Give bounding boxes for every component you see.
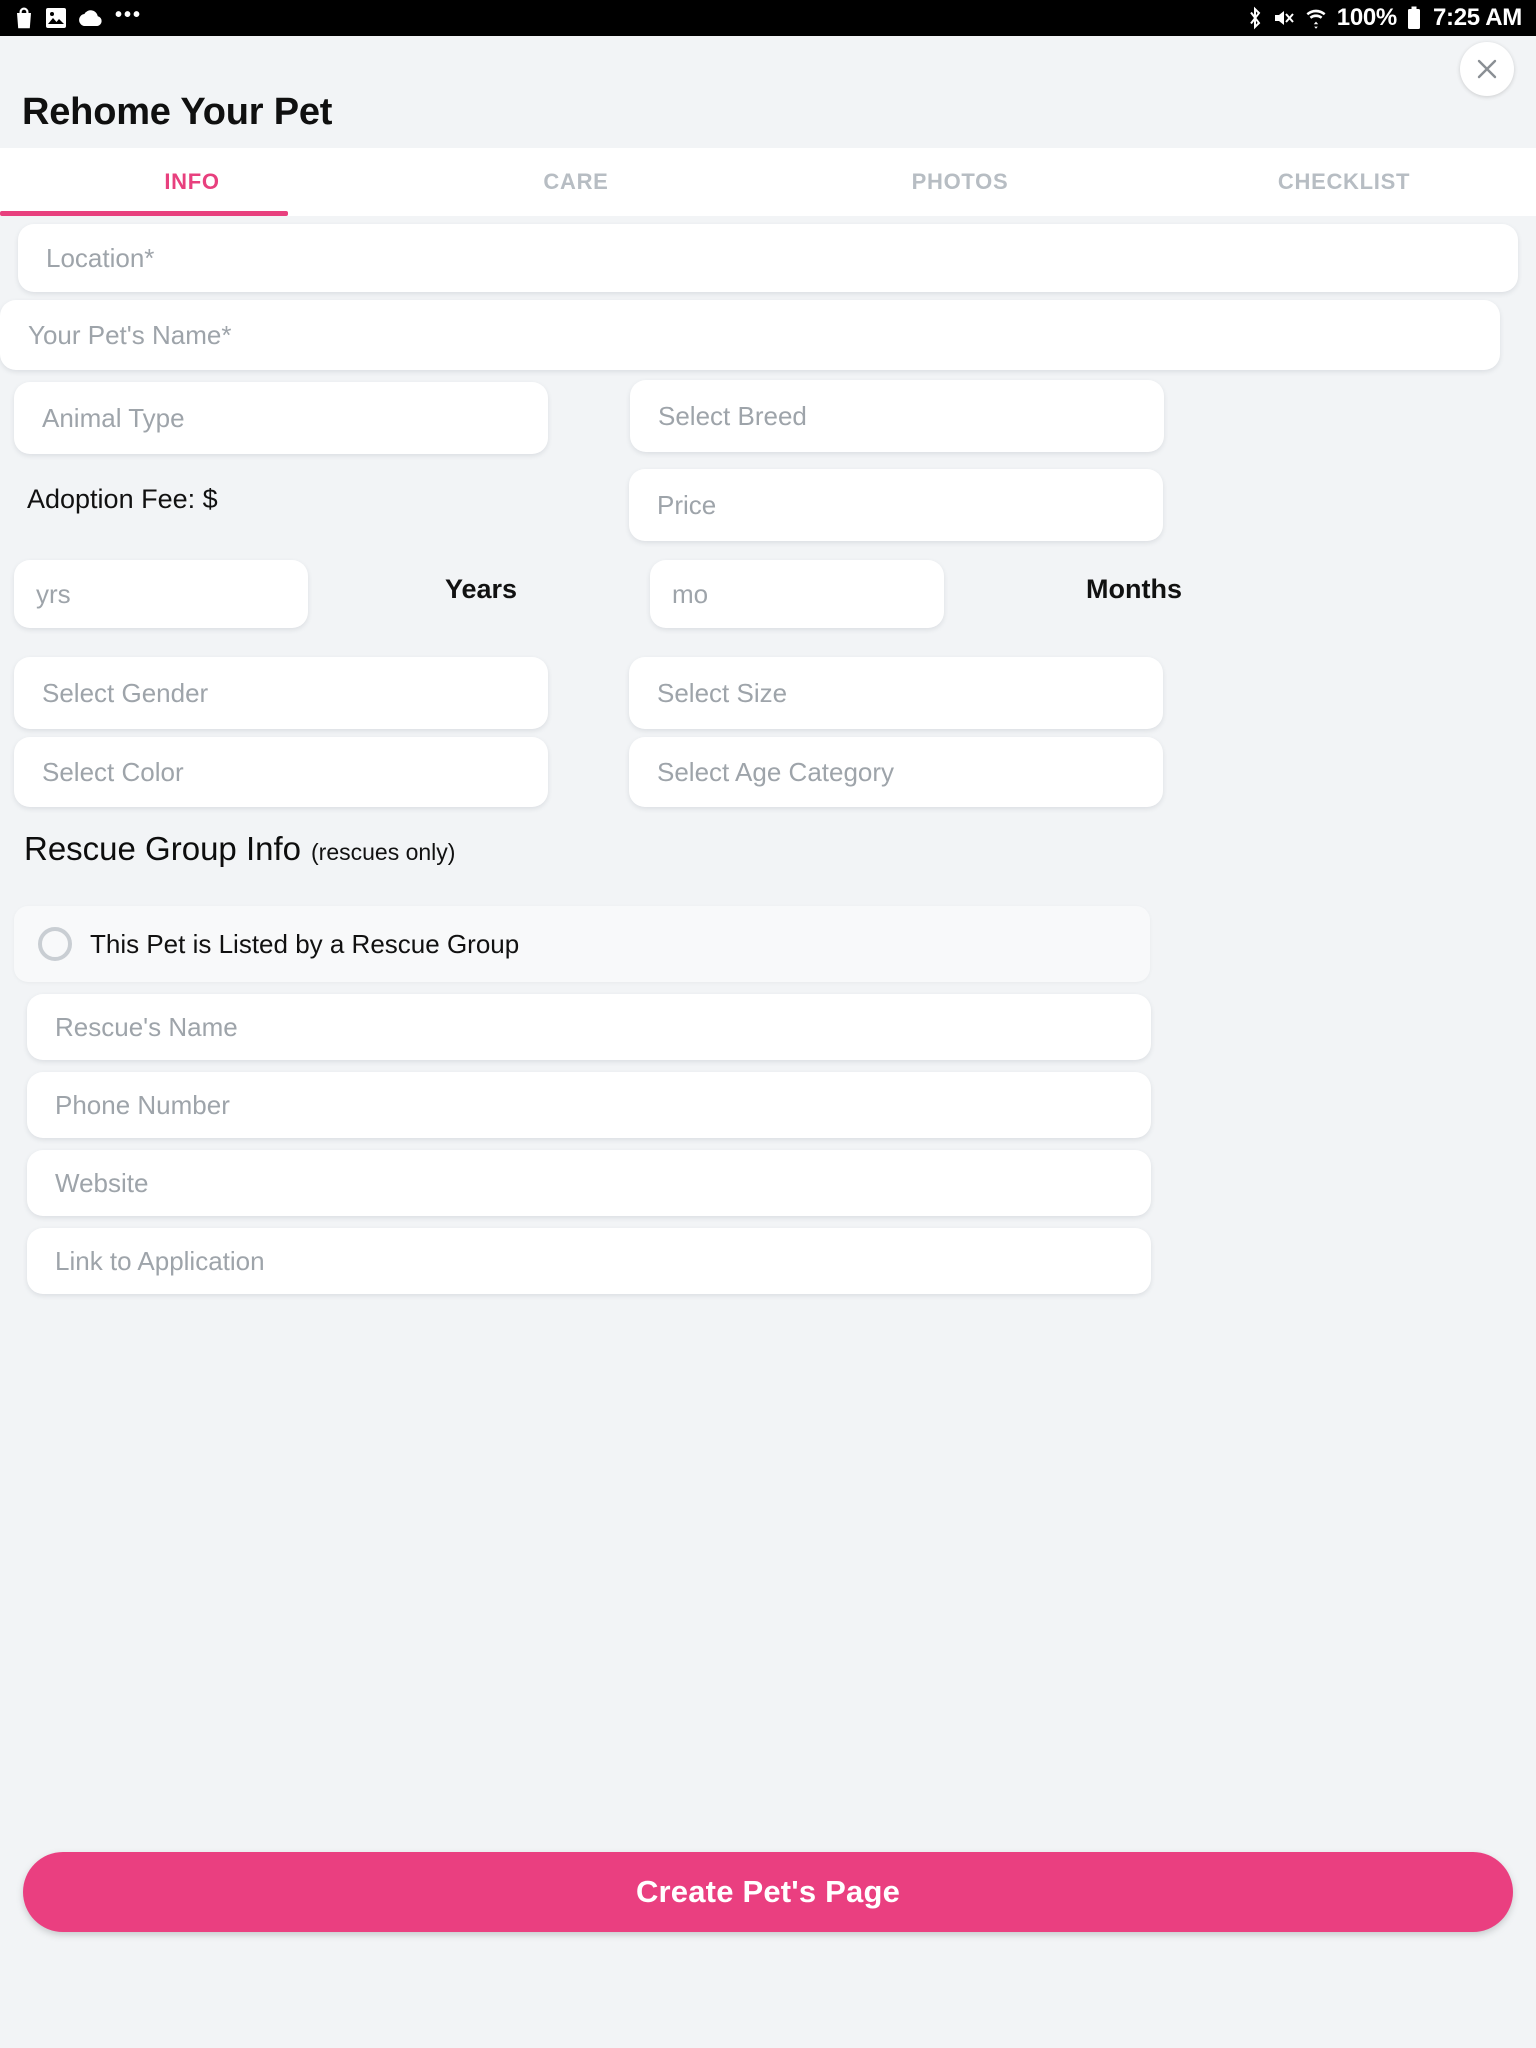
battery-percent-label: 100% [1337,4,1397,32]
age-years-input[interactable]: yrs [14,560,308,628]
rescue-group-toggle-label: This Pet is Listed by a Rescue Group [90,929,519,960]
bottom-action-bar: Create Pet's Page [0,1852,1536,1932]
color-select[interactable]: Select Color [14,737,548,807]
size-select[interactable]: Select Size [629,657,1163,729]
rescue-group-section-header: Rescue Group Info (rescues only) [24,830,455,868]
pet-name-placeholder: Your Pet's Name* [0,320,231,351]
rescue-website-input[interactable]: Website [27,1150,1151,1216]
age-months-input[interactable]: mo [650,560,944,628]
page-title: Rehome Your Pet [22,91,332,134]
color-placeholder: Select Color [14,757,184,788]
rescue-group-subheading: (rescues only) [311,839,455,866]
rescue-phone-input[interactable]: Phone Number [27,1072,1151,1138]
size-placeholder: Select Size [629,678,787,709]
info-form-panel: Location* Your Pet's Name* Animal Type S… [0,216,1536,1954]
rescue-phone-placeholder: Phone Number [27,1090,230,1121]
dialog-header: Rehome Your Pet [0,36,1536,148]
close-button[interactable] [1460,42,1514,96]
animal-type-select[interactable]: Animal Type [14,382,548,454]
clock-label: 7:25 AM [1433,4,1522,32]
rescue-group-heading: Rescue Group Info [24,830,301,868]
image-icon [45,7,67,29]
rescue-application-link-placeholder: Link to Application [27,1246,265,1277]
age-years-placeholder: yrs [14,579,71,610]
bluetooth-icon [1247,6,1263,30]
create-pets-page-button[interactable]: Create Pet's Page [23,1852,1513,1932]
years-label: Years [445,574,517,605]
tab-care[interactable]: CARE [384,148,768,216]
rescue-group-toggle-row[interactable]: This Pet is Listed by a Rescue Group [14,906,1150,982]
shopping-bag-icon [14,6,34,30]
tab-photos[interactable]: PHOTOS [768,148,1152,216]
rescue-name-input[interactable]: Rescue's Name [27,994,1151,1060]
tab-checklist[interactable]: CHECKLIST [1152,148,1536,216]
status-bar-left-icons: ••• [14,6,142,30]
months-label: Months [1086,574,1182,605]
status-bar: ••• 100% 7:25 AM [0,0,1536,36]
breed-placeholder: Select Breed [630,401,807,432]
location-input[interactable]: Location* [18,224,1518,292]
volume-mute-icon [1273,8,1295,28]
battery-full-icon [1407,6,1421,30]
wifi-icon [1305,7,1327,29]
price-input[interactable]: Price [629,469,1163,541]
age-category-placeholder: Select Age Category [629,757,894,788]
gender-placeholder: Select Gender [14,678,208,709]
pet-name-input[interactable]: Your Pet's Name* [0,300,1500,370]
tab-bar: INFO CARE PHOTOS CHECKLIST [0,148,1536,216]
close-icon [1474,56,1500,82]
price-placeholder: Price [629,490,716,521]
age-months-placeholder: mo [650,579,708,610]
status-bar-right-icons: 100% 7:25 AM [1247,4,1522,32]
breed-select[interactable]: Select Breed [630,380,1164,452]
more-dots-icon: ••• [115,10,142,26]
gender-select[interactable]: Select Gender [14,657,548,729]
animal-type-placeholder: Animal Type [14,403,185,434]
age-category-select[interactable]: Select Age Category [629,737,1163,807]
adoption-fee-label: Adoption Fee: $ [27,484,218,515]
rescue-name-placeholder: Rescue's Name [27,1012,238,1043]
tab-info[interactable]: INFO [0,148,384,216]
rescue-website-placeholder: Website [27,1168,148,1199]
cloud-icon [78,9,104,27]
location-placeholder: Location* [18,243,154,274]
rescue-application-link-input[interactable]: Link to Application [27,1228,1151,1294]
rescue-group-radio-icon[interactable] [38,927,72,961]
